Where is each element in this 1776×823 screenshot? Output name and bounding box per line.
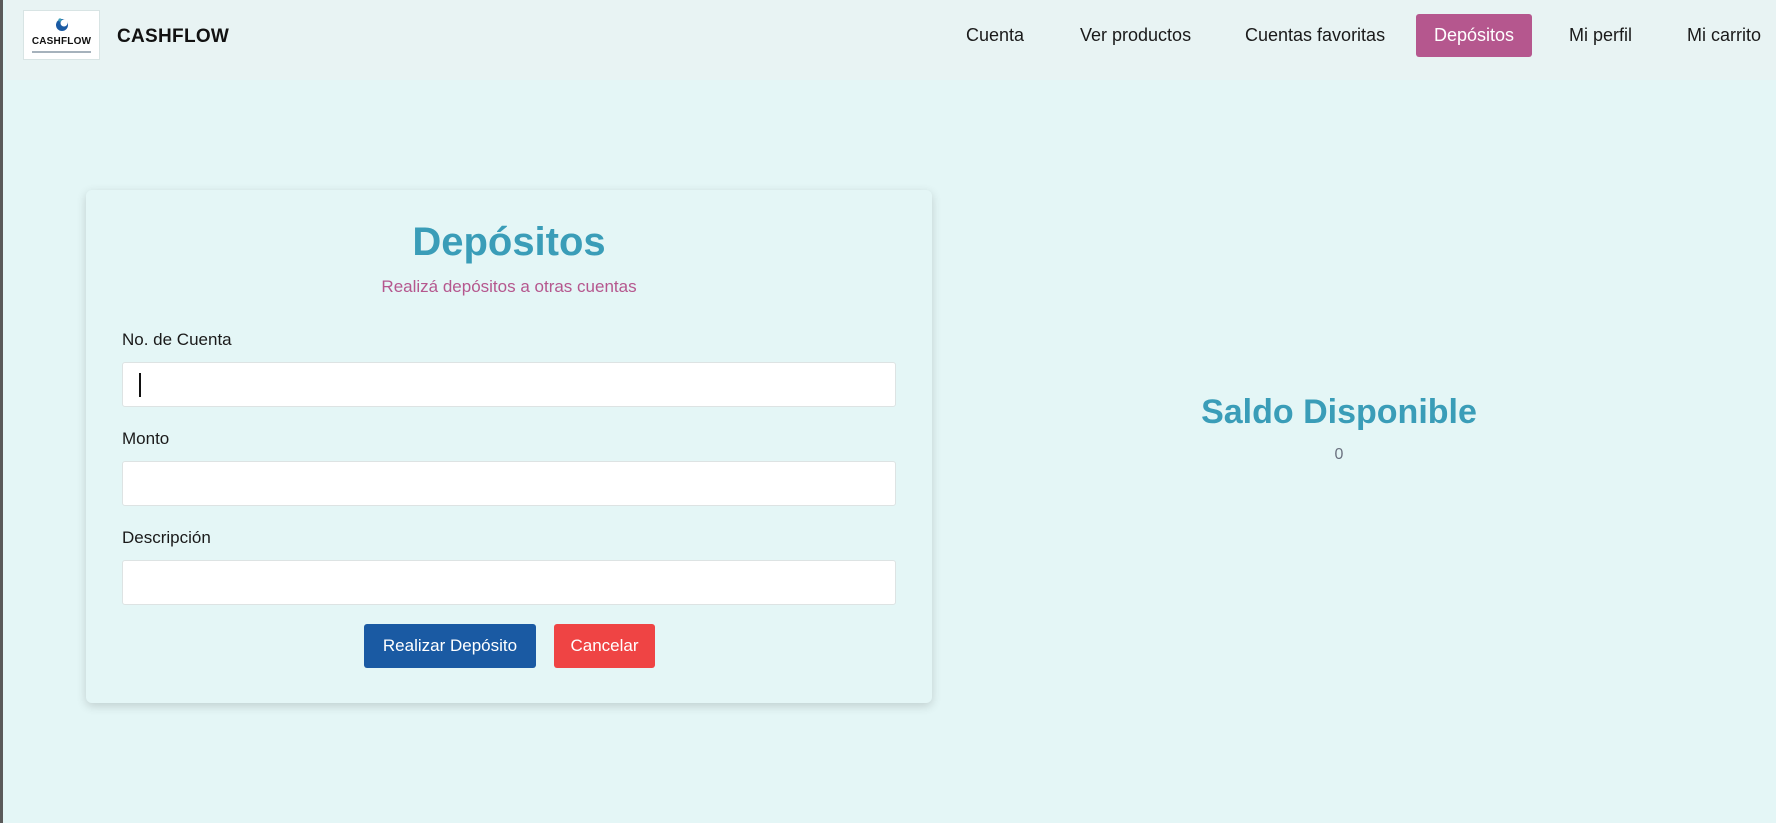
brand-logo[interactable]: CASHFLOW [23, 10, 100, 60]
balance-title: Saldo Disponible [1201, 393, 1477, 431]
amount-input[interactable] [122, 461, 896, 506]
description-input[interactable] [122, 560, 896, 605]
amount-label: Monto [122, 429, 170, 448]
top-navbar: CASHFLOW CASHFLOW Cuenta Ver productos C… [6, 0, 1776, 80]
nav-item-cuentas-favoritas[interactable]: Cuentas favoritas [1227, 14, 1403, 57]
logo-drop-icon [56, 18, 68, 31]
account-number-label: No. de Cuenta [122, 330, 232, 349]
nav-item-mi-perfil[interactable]: Mi perfil [1551, 14, 1650, 57]
app-window: CASHFLOW CASHFLOW Cuenta Ver productos C… [0, 0, 1776, 823]
text-caret [139, 373, 141, 397]
logo-tagline [32, 51, 91, 53]
deposit-form-card: Depósitos Realizá depósitos a otras cuen… [86, 190, 932, 703]
nav-item-ver-productos[interactable]: Ver productos [1062, 14, 1209, 57]
nav-item-depositos[interactable]: Depósitos [1416, 14, 1532, 57]
nav-item-cuenta[interactable]: Cuenta [948, 14, 1042, 57]
page-subtitle: Realizá depósitos a otras cuentas [381, 277, 637, 296]
balance-value: 0 [1334, 446, 1344, 463]
description-label: Descripción [122, 528, 211, 547]
cancel-button[interactable]: Cancelar [554, 624, 655, 668]
account-number-input[interactable] [122, 362, 896, 407]
brand-name[interactable]: CASHFLOW [117, 26, 229, 48]
logo-wordmark: CASHFLOW [31, 36, 92, 47]
nav-item-mi-carrito[interactable]: Mi carrito [1669, 14, 1776, 57]
page-title: Depósitos [412, 220, 606, 264]
submit-deposit-button[interactable]: Realizar Depósito [364, 624, 536, 668]
